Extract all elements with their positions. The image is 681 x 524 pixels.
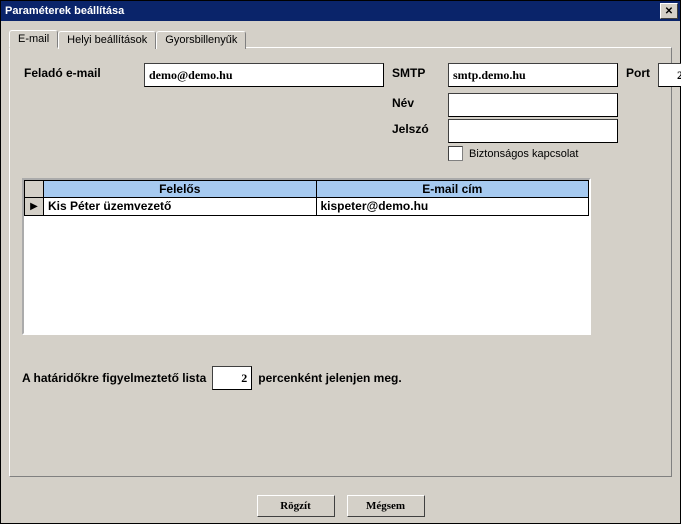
tab-email[interactable]: E-mail bbox=[9, 30, 58, 48]
sender-email-label: Feladó e-mail bbox=[24, 66, 101, 80]
port-field[interactable] bbox=[658, 63, 681, 87]
recipients-table: Felelős E-mail cím ▶ Kis Péter üzemvezet… bbox=[22, 178, 591, 335]
tab-panel-email: Feladó e-mail SMTP Port Név Jelszó Bizto… bbox=[9, 47, 672, 477]
reminder-interval-field[interactable] bbox=[212, 366, 252, 390]
close-icon[interactable]: ✕ bbox=[660, 3, 678, 19]
tab-hotkeys[interactable]: Gyorsbillenyűk bbox=[156, 31, 246, 49]
table-corner bbox=[24, 180, 44, 198]
button-bar: Rögzít Mégsem bbox=[1, 495, 680, 517]
smtp-password-label: Jelszó bbox=[392, 122, 429, 136]
col-email[interactable]: E-mail cím bbox=[317, 180, 590, 198]
cancel-button[interactable]: Mégsem bbox=[347, 495, 425, 517]
secure-connection-checkbox[interactable] bbox=[448, 146, 463, 161]
secure-connection-label: Biztonságos kapcsolat bbox=[469, 148, 578, 160]
table-header: Felelős E-mail cím bbox=[24, 180, 589, 198]
window-title: Paraméterek beállítása bbox=[5, 5, 124, 17]
save-button[interactable]: Rögzít bbox=[257, 495, 335, 517]
tab-local-settings[interactable]: Helyi beállítások bbox=[58, 31, 156, 49]
reminder-suffix: percenként jelenjen meg. bbox=[258, 371, 401, 385]
sender-email-field[interactable] bbox=[144, 63, 384, 87]
cell-email[interactable]: kispeter@demo.hu bbox=[317, 198, 590, 216]
smtp-field[interactable] bbox=[448, 63, 618, 87]
smtp-name-field[interactable] bbox=[448, 93, 618, 117]
cell-responsible[interactable]: Kis Péter üzemvezető bbox=[44, 198, 317, 216]
table-row[interactable]: ▶ Kis Péter üzemvezető kispeter@demo.hu bbox=[24, 198, 589, 216]
tab-strip: E-mail Helyi beállítások Gyorsbillenyűk bbox=[9, 29, 680, 47]
settings-window: Paraméterek beállítása ✕ E-mail Helyi be… bbox=[0, 0, 681, 524]
row-marker-icon: ▶ bbox=[24, 198, 44, 216]
secure-connection-row: Biztonságos kapcsolat bbox=[448, 146, 578, 161]
reminder-prefix: A határidőkre figyelmeztető lista bbox=[22, 371, 206, 385]
port-label: Port bbox=[626, 66, 650, 80]
smtp-password-field[interactable] bbox=[448, 119, 618, 143]
smtp-name-label: Név bbox=[392, 96, 414, 110]
reminder-row: A határidőkre figyelmeztető lista percen… bbox=[22, 366, 402, 390]
smtp-label: SMTP bbox=[392, 66, 425, 80]
titlebar: Paraméterek beállítása ✕ bbox=[1, 1, 680, 21]
col-responsible[interactable]: Felelős bbox=[44, 180, 317, 198]
